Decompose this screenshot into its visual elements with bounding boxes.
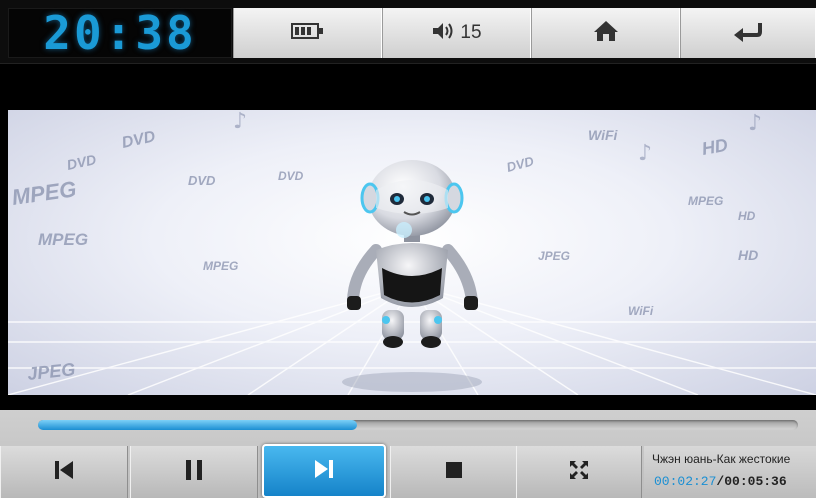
scene-label: HD [700,135,729,159]
clock-time: 20:38 [43,6,197,60]
scene-label: HD [738,209,756,223]
clock-display: 20:38 [8,6,232,60]
skip-previous-icon [51,459,77,486]
fullscreen-icon [568,459,590,486]
home-icon [593,19,619,48]
fullscreen-button[interactable] [516,446,642,498]
video-scene: DVD MPEG DVD HD MPEG WiFi MPEG JPEG HD D… [8,110,816,395]
scene-label: HD [738,247,758,263]
scene-label: MPEG [203,259,238,273]
pause-button[interactable] [130,446,258,498]
speaker-icon [431,21,455,46]
track-title: Чжэн юань-Как жестокие [652,452,791,466]
total-time: 00:05:36 [724,474,787,489]
volume-level: 15 [460,22,482,43]
svg-text:♪: ♪ [233,110,247,134]
stop-button[interactable] [390,446,518,498]
stop-icon [443,459,465,486]
playback-controls: Чжэн юань-Как жестокие 00:02:27/00:05:36 [0,410,816,498]
scene-label: MPEG [688,194,723,208]
scene-label: JPEG [538,249,570,263]
scene-label: DVD [278,169,304,183]
current-time: 00:02:27 [654,474,717,489]
progress-bar[interactable] [38,420,798,430]
scene-label: DVD [65,151,97,173]
back-button[interactable] [680,8,816,58]
skip-next-icon [311,458,337,485]
time-display: 00:02:27/00:05:36 [654,474,787,489]
svg-text:♪: ♪ [638,141,652,166]
status-bar: 20:38 15 [0,0,816,64]
scene-label: MPEG [38,230,88,249]
pause-icon [183,458,205,487]
back-arrow-icon [732,20,764,47]
scene-label: DVD [120,128,157,152]
scene-label: DVD [505,153,536,175]
home-button[interactable] [531,8,680,58]
scene-label: DVD [188,173,216,188]
svg-text:♪: ♪ [748,111,762,136]
volume-button[interactable]: 15 [382,8,531,58]
track-info: Чжэн юань-Как жестокие 00:02:27/00:05:36 [644,446,816,498]
previous-button[interactable] [0,446,128,498]
scene-label: JPEG [26,359,76,384]
next-button[interactable] [262,444,386,498]
scene-label: MPEG [10,176,78,210]
battery-button[interactable] [233,8,382,58]
battery-icon [290,22,325,45]
scene-label: WiFi [628,304,654,318]
robot-character [347,160,478,348]
video-frame[interactable]: DVD MPEG DVD HD MPEG WiFi MPEG JPEG HD D… [8,110,816,395]
scene-label: WiFi [588,127,619,143]
progress-fill [38,420,358,430]
